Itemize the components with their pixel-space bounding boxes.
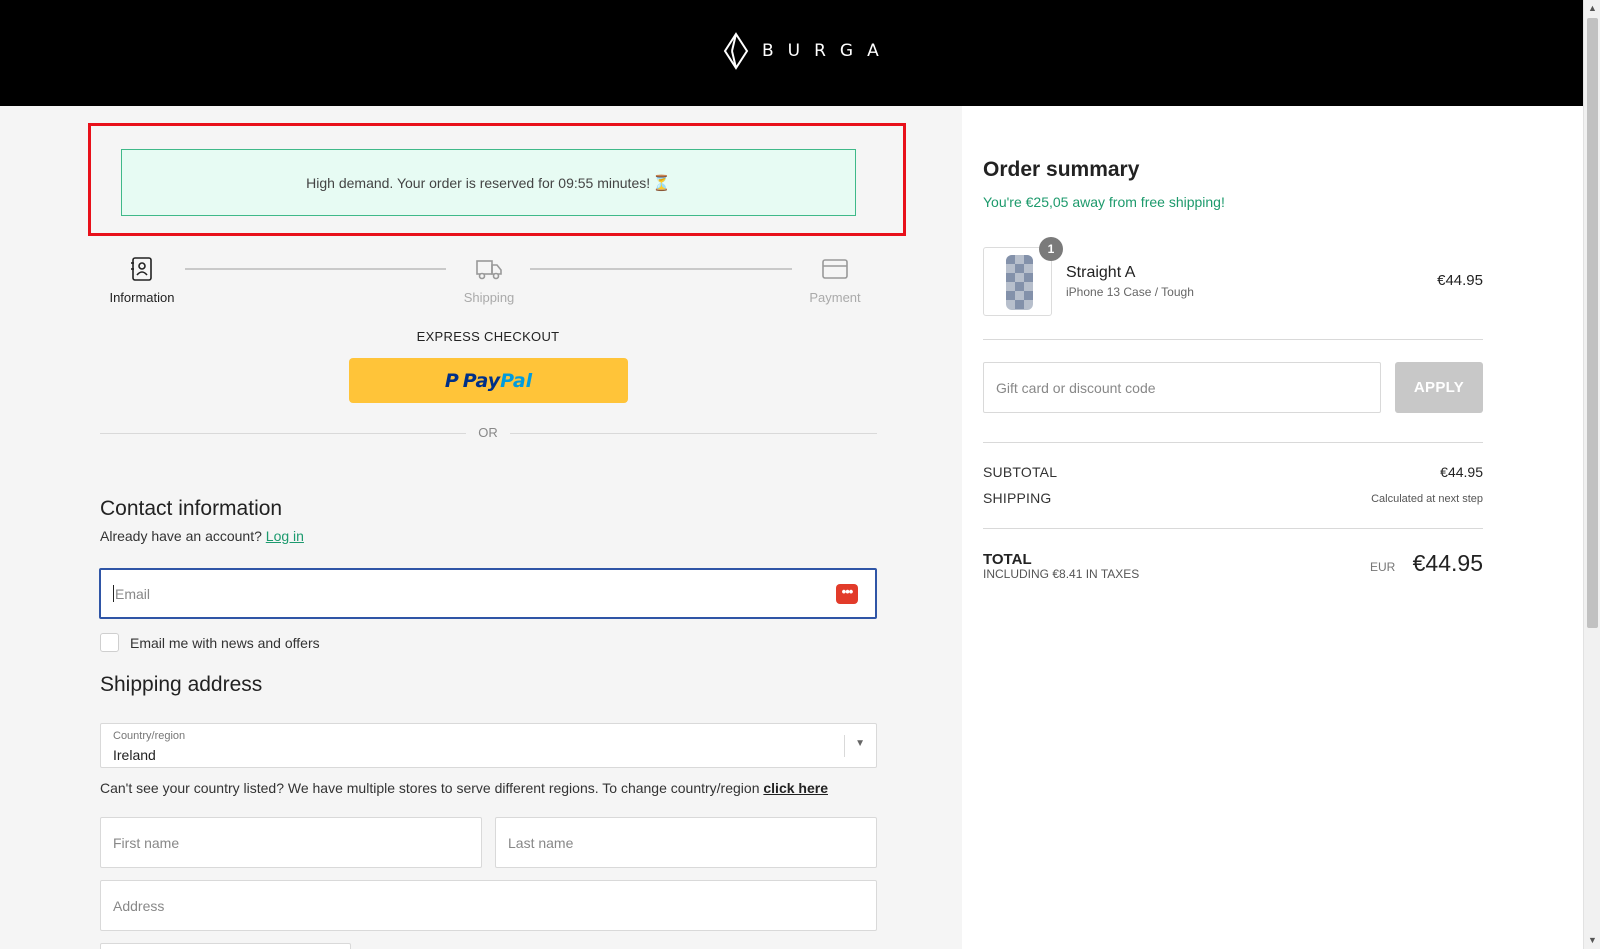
- shipping-section-title: Shipping address: [100, 673, 263, 696]
- newsletter-label: Email me with news and offers: [130, 634, 320, 651]
- email-field[interactable]: Email •••: [99, 568, 877, 619]
- address-field[interactable]: Address: [100, 880, 877, 931]
- quantity-badge: 1: [1039, 237, 1063, 261]
- step-connector: [530, 268, 792, 270]
- newsletter-checkbox[interactable]: [100, 633, 119, 652]
- discount-code-field[interactable]: Gift card or discount code: [983, 362, 1381, 413]
- last-name-placeholder: Last name: [508, 834, 574, 851]
- currency-code: EUR: [1370, 560, 1396, 574]
- country-value: Ireland: [113, 747, 156, 763]
- paypal-button[interactable]: P PayPal: [349, 358, 628, 403]
- change-country-link[interactable]: click here: [763, 780, 828, 796]
- scroll-thumb[interactable]: [1587, 18, 1598, 628]
- country-note: Can't see your country listed? We have m…: [100, 780, 828, 796]
- divider-line: [100, 433, 466, 434]
- text-cursor: [113, 585, 114, 602]
- subtotal-label: SUBTOTAL: [983, 464, 1058, 480]
- step-shipping: Shipping: [447, 256, 531, 305]
- step-connector: [185, 268, 446, 270]
- scroll-up-arrow-icon[interactable]: ▲: [1584, 0, 1600, 17]
- paypal-icon: P: [444, 369, 459, 392]
- truck-icon: [476, 260, 502, 280]
- shipping-label: SHIPPING: [983, 490, 1052, 506]
- reservation-banner-text: High demand. Your order is reserved for …: [306, 174, 651, 191]
- newsletter-option[interactable]: Email me with news and offers: [100, 633, 320, 652]
- total-amount: €44.95: [1412, 550, 1483, 576]
- reservation-banner: High demand. Your order is reserved for …: [121, 149, 856, 216]
- total-tax-note: INCLUDING €8.41 IN TAXES: [983, 567, 1140, 581]
- apartment-field[interactable]: [100, 943, 351, 949]
- step-information[interactable]: Information: [100, 256, 184, 305]
- password-manager-icon[interactable]: •••: [836, 584, 858, 604]
- email-placeholder: Email: [115, 585, 151, 602]
- or-divider: OR: [100, 425, 877, 441]
- apply-discount-button[interactable]: APPLY: [1395, 362, 1483, 413]
- subtotal-value: €44.95: [1440, 464, 1483, 480]
- step-label: Payment: [809, 290, 861, 305]
- account-prompt: Already have an account? Log in: [100, 528, 304, 544]
- order-summary-title: Order summary: [983, 158, 1140, 181]
- step-payment: Payment: [793, 256, 877, 305]
- first-name-placeholder: First name: [113, 834, 180, 851]
- checkout-steps: Information Shipping Payment: [100, 256, 880, 316]
- scroll-down-arrow-icon[interactable]: ▼: [1584, 932, 1600, 949]
- discount-placeholder: Gift card or discount code: [996, 379, 1156, 396]
- burga-logo-icon: [723, 32, 749, 70]
- last-name-field[interactable]: Last name: [495, 817, 877, 868]
- product-price: €44.95: [1437, 272, 1483, 289]
- contact-card-icon: [131, 257, 152, 281]
- site-header: BURGA: [0, 0, 1583, 106]
- paypal-wordmark: PayPal: [462, 369, 533, 392]
- step-label: Shipping: [463, 290, 515, 305]
- shipping-value: Calculated at next step: [1371, 493, 1483, 505]
- chevron-down-icon: ▼: [855, 738, 865, 749]
- brand-wordmark: BURGA: [762, 41, 893, 61]
- summary-divider: [983, 442, 1483, 443]
- account-prompt-text: Already have an account?: [100, 528, 262, 544]
- page-scrollbar[interactable]: ▲ ▼: [1583, 0, 1600, 949]
- select-separator: [844, 735, 845, 757]
- express-checkout-title: EXPRESS CHECKOUT: [416, 329, 560, 344]
- total-label: TOTAL: [983, 551, 1032, 568]
- country-select[interactable]: Country/region Ireland ▼: [100, 723, 877, 768]
- summary-divider: [983, 528, 1483, 529]
- brand-logo[interactable]: BURGA: [722, 32, 893, 70]
- login-link[interactable]: Log in: [266, 528, 304, 544]
- free-shipping-notice: You're €25,05 away from free shipping!: [983, 194, 1225, 210]
- product-variant: iPhone 13 Case / Tough: [1066, 285, 1194, 299]
- credit-card-icon: [822, 259, 848, 279]
- product-name: Straight A: [1066, 264, 1136, 281]
- hourglass-icon: ⏳: [652, 174, 671, 192]
- or-text: OR: [478, 425, 498, 440]
- contact-section-title: Contact information: [100, 497, 283, 520]
- first-name-field[interactable]: First name: [100, 817, 482, 868]
- summary-divider: [983, 339, 1483, 340]
- address-placeholder: Address: [113, 897, 165, 914]
- divider-line: [510, 433, 877, 434]
- country-label: Country/region: [113, 730, 186, 742]
- phone-case-image: [1006, 255, 1033, 310]
- step-label: Information: [109, 290, 175, 305]
- country-note-text: Can't see your country listed? We have m…: [100, 780, 760, 796]
